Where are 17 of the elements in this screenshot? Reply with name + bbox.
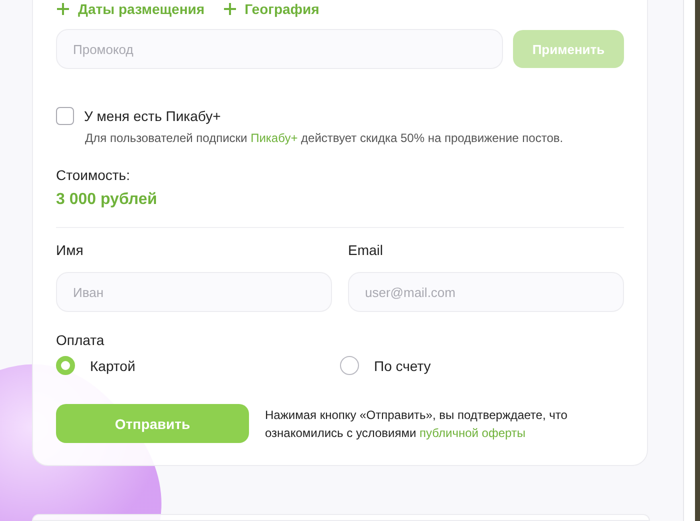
text-field[interactable]: Иван <box>56 272 332 312</box>
consent-text: Нажимая кнопку «Отправить», вы подтверждаете, что ознакомились с условиями публичной оферты <box>265 406 568 442</box>
field-label: Имя <box>56 242 84 258</box>
checkbox-label: У меня есть Пикабу+ <box>84 108 221 124</box>
payment-label: Оплата <box>56 332 106 348</box>
offer-link[interactable]: публичной оферты <box>420 426 526 440</box>
field-label: Email <box>348 242 384 258</box>
cost-label: Стоимость: <box>56 167 131 183</box>
radio-label: По счету <box>374 358 431 374</box>
add-filter-link[interactable]: Даты размещения <box>56 1 205 17</box>
add-filter-link[interactable]: География <box>222 1 320 17</box>
text-field[interactable]: user@mail.com <box>348 272 624 312</box>
submit-button[interactable]: Отправить <box>56 404 249 443</box>
subscription-note: Для пользователей подписки Пикабу+ действует скидка 50% на продвижение постов. <box>85 131 564 145</box>
price-text: 3 000 рублей <box>56 191 158 209</box>
radio-label: Картой <box>90 358 136 374</box>
promo-code-field[interactable]: Промокод <box>56 29 503 69</box>
